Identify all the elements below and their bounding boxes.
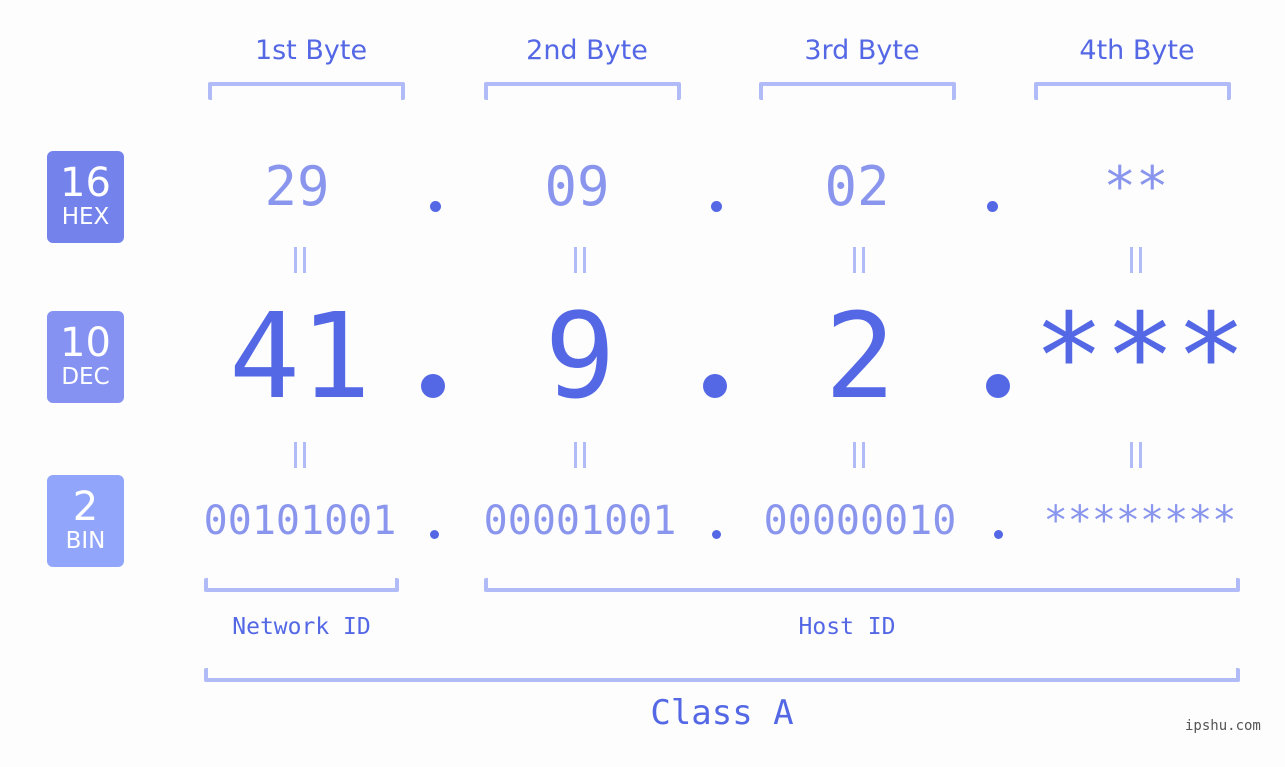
dec-value-1: 41: [228, 287, 372, 425]
equals-sign: [280, 247, 320, 279]
network-id-bracket: [204, 578, 399, 592]
bin-separator-dot-3: [994, 530, 1003, 539]
bin-separator-dot-1: [430, 530, 439, 539]
dec-value-4: ***: [1033, 287, 1247, 425]
bin-value-1: 00101001: [203, 498, 397, 544]
bin-value-2: 00001001: [483, 498, 677, 544]
bin-badge-label: BIN: [65, 528, 106, 554]
byte-bracket-3: [759, 82, 956, 100]
equals-sign: [839, 247, 879, 279]
byte-header-1: 1st Byte: [254, 35, 368, 66]
hex-separator-dot-3: [987, 201, 998, 212]
bin-value-4: ********: [1043, 498, 1237, 544]
hex-badge-number: 16: [60, 160, 111, 206]
byte-bracket-1: [208, 82, 405, 100]
hex-separator-dot-2: [711, 201, 722, 212]
hex-value-4: **: [1103, 155, 1169, 218]
bin-value-3: 00000010: [763, 498, 957, 544]
hex-badge-label: HEX: [61, 204, 110, 230]
byte-bracket-4: [1034, 82, 1231, 100]
dec-badge: 10 DEC: [47, 311, 124, 403]
hex-badge: 16 HEX: [47, 151, 124, 243]
equals-sign: [839, 442, 879, 474]
bin-separator-dot-2: [712, 530, 721, 539]
equals-sign: [280, 442, 320, 474]
dec-value-3: 2: [824, 287, 896, 425]
hex-separator-dot-1: [430, 201, 441, 212]
hex-value-3: 02: [824, 155, 890, 218]
watermark: ipshu.com: [1185, 718, 1261, 734]
dec-separator-dot-1: [421, 374, 445, 398]
dec-badge-number: 10: [60, 320, 111, 366]
bin-badge-number: 2: [72, 484, 99, 530]
equals-sign: [560, 247, 600, 279]
dec-separator-dot-2: [703, 374, 727, 398]
equals-sign: [1116, 247, 1156, 279]
byte-header-4: 4th Byte: [1079, 35, 1195, 66]
bin-badge: 2 BIN: [47, 475, 124, 567]
host-id-label: Host ID: [798, 614, 896, 640]
byte-bracket-2: [484, 82, 681, 100]
class-label: Class A: [650, 693, 794, 733]
dec-value-2: 9: [544, 287, 616, 425]
host-id-bracket: [484, 578, 1240, 592]
equals-sign: [560, 442, 600, 474]
dec-badge-label: DEC: [61, 364, 110, 390]
byte-header-3: 3rd Byte: [804, 35, 920, 66]
network-id-label: Network ID: [232, 614, 371, 640]
class-bracket: [204, 668, 1240, 682]
dec-separator-dot-3: [986, 374, 1010, 398]
hex-value-2: 09: [544, 155, 610, 218]
hex-value-1: 29: [264, 155, 330, 218]
byte-header-2: 2nd Byte: [526, 35, 648, 66]
equals-sign: [1116, 442, 1156, 474]
